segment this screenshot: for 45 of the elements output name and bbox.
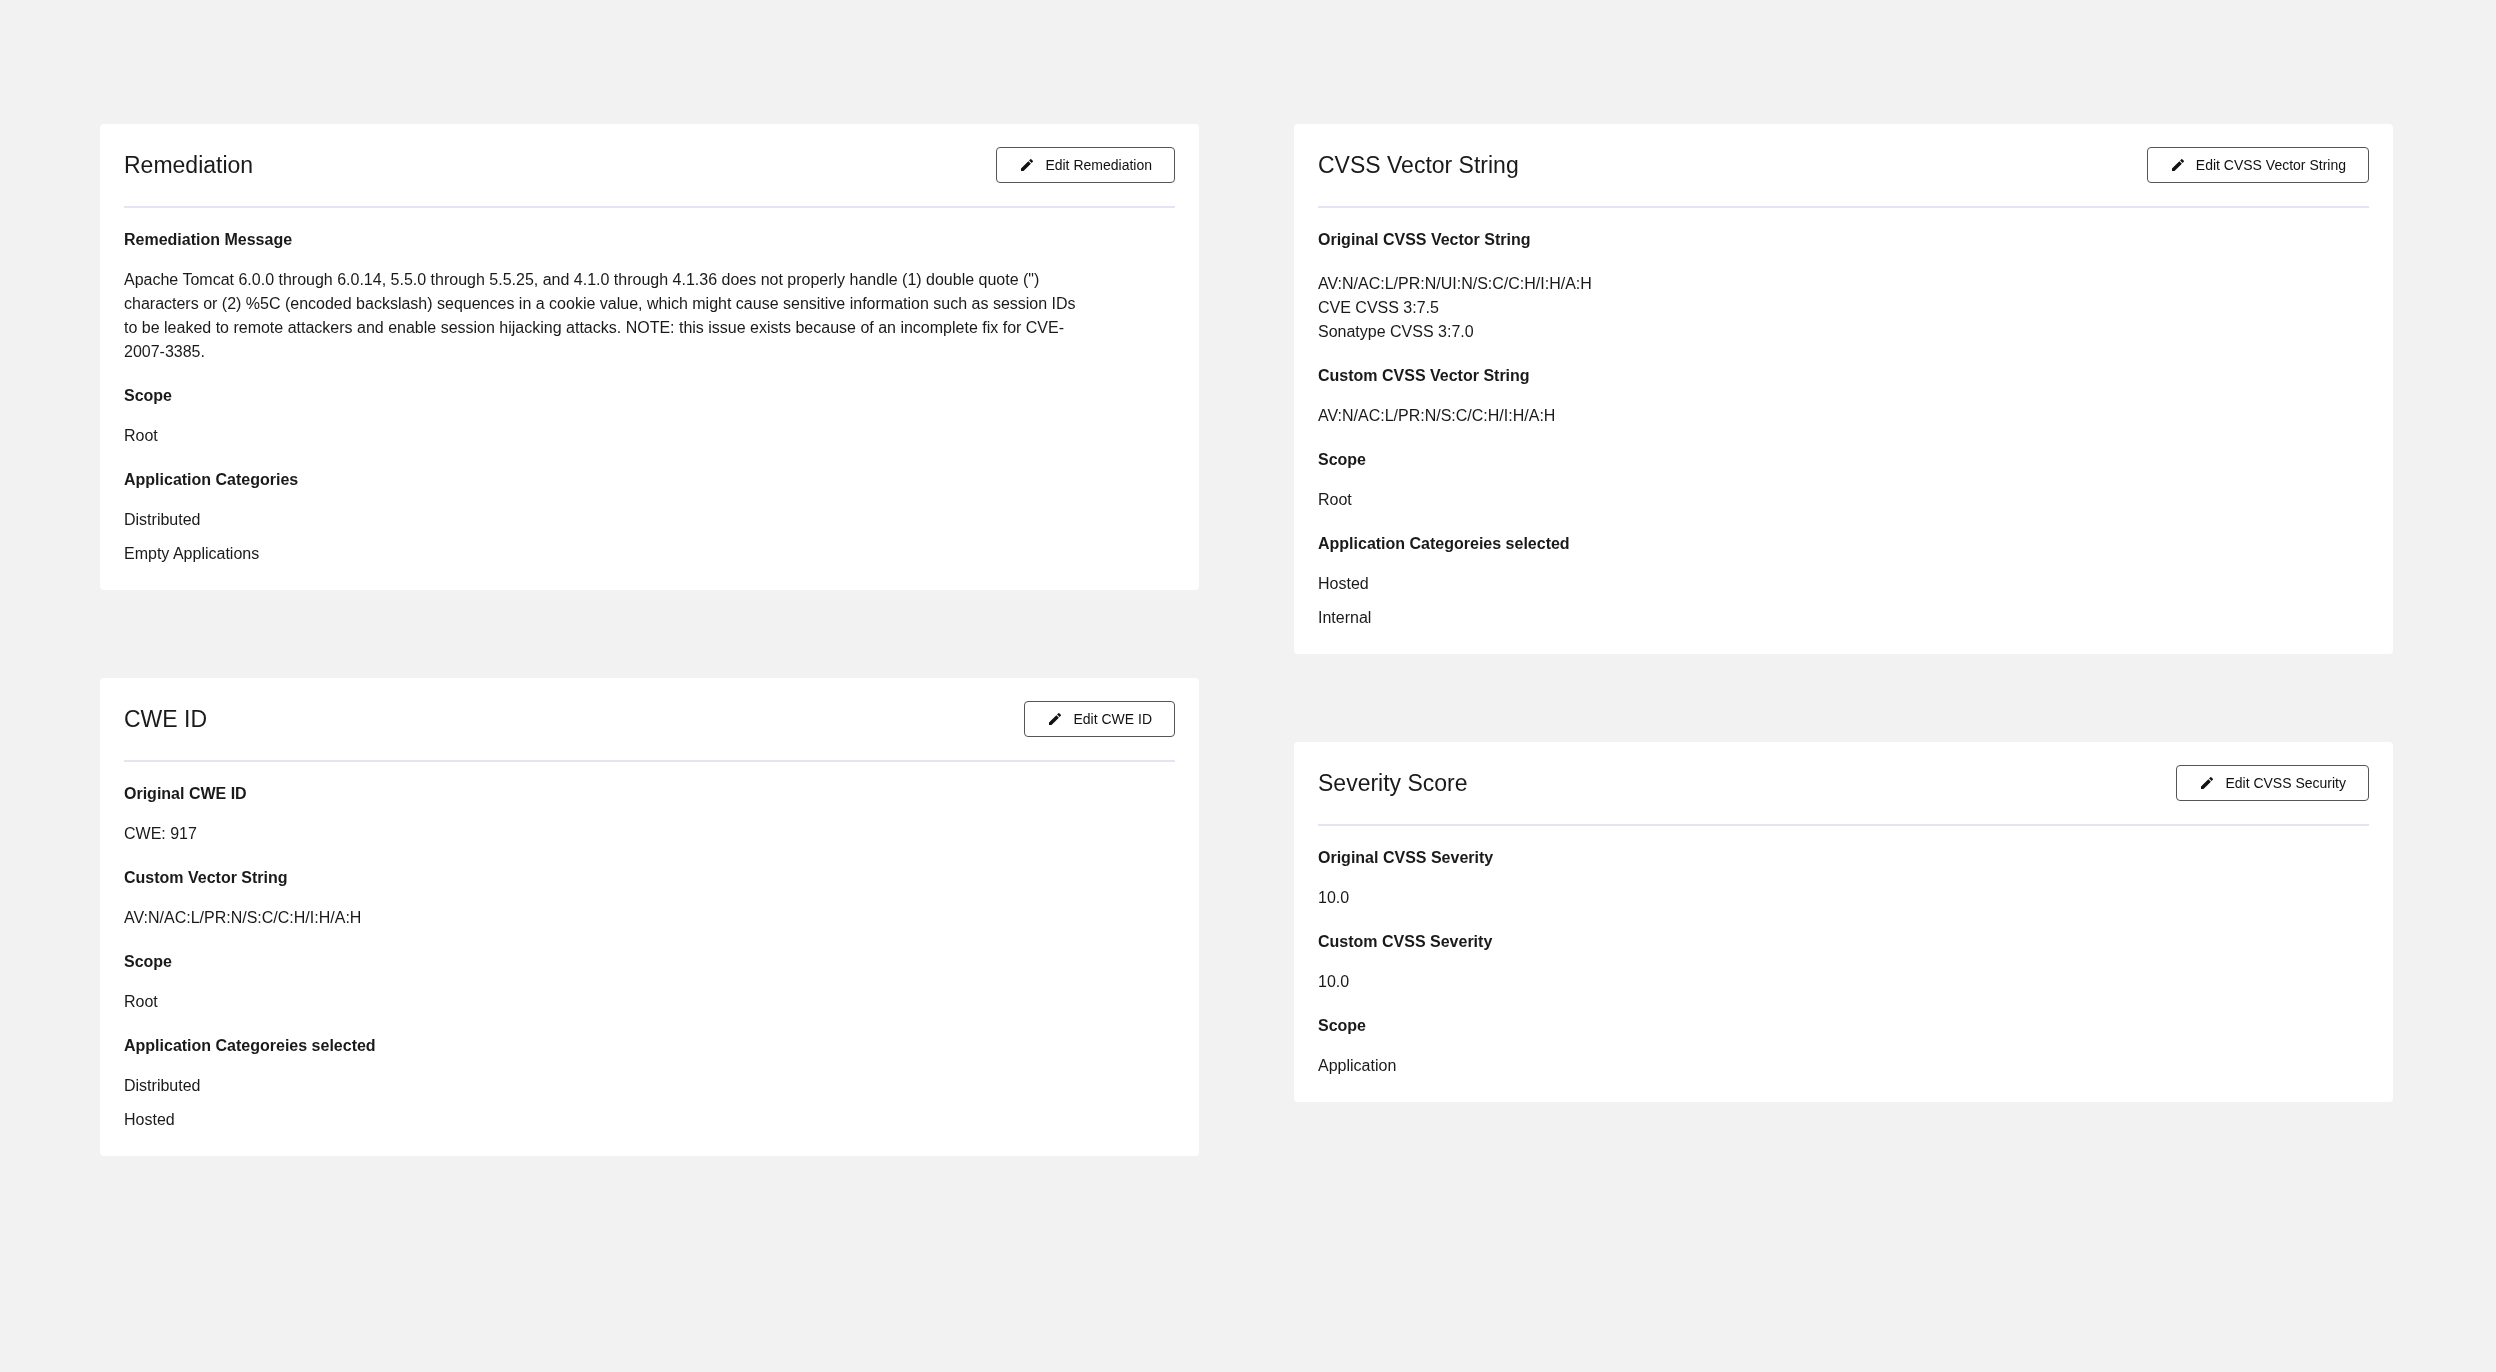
field-value: AV:N/AC:L/PR:N/S:C/C:H/I:H/A:H: [1318, 406, 1557, 426]
field-label: Application Categories: [124, 470, 300, 490]
field-label: Custom CVSS Severity: [1318, 932, 1494, 952]
card-title: CVSS Vector String: [1318, 151, 1519, 179]
edit-button[interactable]: Edit Remediation: [996, 147, 1175, 183]
card-title: CWE ID: [124, 705, 208, 733]
field-label: Scope: [1318, 450, 1367, 470]
field-value: 10.0: [1318, 972, 1351, 992]
description-text: Apache Tomcat 6.0.0 through 6.0.14, 5.5.0 through 5.5.25, and 4.1.0 through 4.1.36 does not properly handle (1) double quote (") characters or (2) %5C (encoded backslash) sequences in a cookie value, which might cause sensitive information such as session IDs to be leaked to remote attackers and enable session hijacking attacks. NOTE: this issue exists because of an incomplete fix for CVE-2007-3385.: [124, 270, 1077, 362]
field-value: Application: [1318, 1056, 1398, 1076]
edit-button[interactable]: Edit CVSS Security: [2176, 765, 2369, 801]
field-value: Hosted: [1318, 574, 1370, 594]
field-value: 10.0: [1318, 888, 1351, 908]
field-value: Distributed: [124, 1076, 202, 1096]
field-value: AV:N/AC:L/PR:N/UI:N/S:C/C:H/I:H/A:H: [1318, 274, 1593, 294]
field-value: CVE CVSS 3:7.5: [1318, 298, 1440, 318]
field-label: Application Categoreies selected: [124, 1036, 377, 1056]
field-value: Root: [1318, 490, 1353, 510]
card-title: Remediation: [124, 151, 254, 179]
field-label: Original CWE ID: [124, 784, 248, 804]
field-label: Custom Vector String: [124, 868, 289, 888]
field-label: Original CVSS Vector String: [1318, 230, 1532, 250]
field-value: Distributed: [124, 510, 202, 530]
pencil-icon: [2199, 775, 2216, 791]
field-value: Hosted: [124, 1110, 176, 1130]
card-title: Severity Score: [1318, 769, 1468, 797]
field-label: Scope: [1318, 1016, 1367, 1036]
field-value: Internal: [1318, 608, 1373, 628]
field-value: Root: [124, 426, 159, 446]
edit-button[interactable]: Edit CVSS Vector String: [2146, 147, 2369, 183]
field-value: CWE: 917: [124, 824, 198, 844]
field-label: Remediation Message: [124, 230, 294, 250]
field-value: Sonatype CVSS 3:7.0: [1318, 322, 1475, 342]
field-label: Scope: [124, 386, 173, 406]
field-label: Original CVSS Severity: [1318, 848, 1495, 868]
edit-button[interactable]: Edit CWE ID: [1024, 701, 1175, 737]
field-label: Custom CVSS Vector String: [1318, 366, 1531, 386]
field-label: Application Categoreies selected: [1318, 534, 1571, 554]
field-value: Empty Applications: [124, 544, 261, 564]
pencil-icon: [1047, 711, 1064, 727]
field-value: AV:N/AC:L/PR:N/S:C/C:H/I:H/A:H: [124, 908, 363, 928]
pencil-icon: [1019, 157, 1036, 173]
field-label: Scope: [124, 952, 173, 972]
field-value: Root: [124, 992, 159, 1012]
pencil-icon: [2169, 157, 2186, 173]
